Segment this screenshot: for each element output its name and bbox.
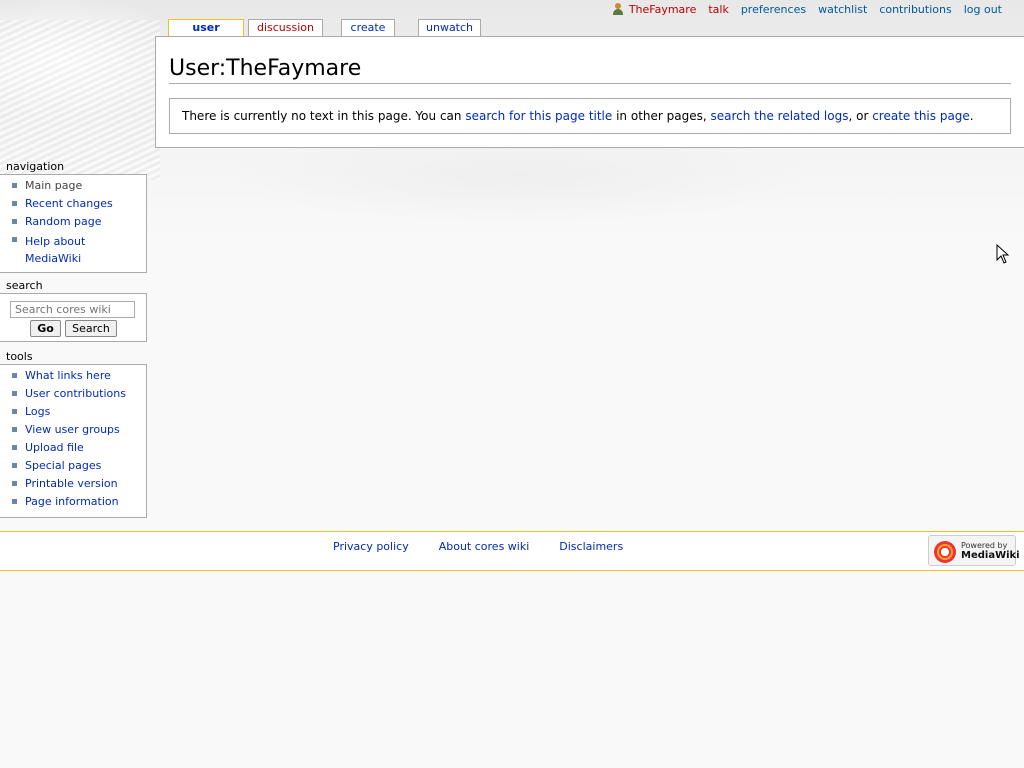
preferences-link[interactable]: preferences	[741, 3, 806, 16]
mediawiki-text: MediaWiki	[961, 550, 1020, 561]
username: TheFaymare	[628, 2, 697, 16]
tools-item-special-pages[interactable]: Special pages	[12, 459, 146, 473]
search-related-logs-link[interactable]: search the related logs	[710, 109, 848, 123]
personal-tools: TheFaymare talk preferences watchlist co…	[612, 1, 1002, 17]
nav-item-help[interactable]: Help about MediaWiki	[12, 233, 110, 267]
page-title: User:TheFaymare	[169, 55, 1011, 84]
go-button[interactable]: Go	[30, 320, 61, 337]
bullet-icon	[12, 463, 17, 468]
nav-link-recent-changes[interactable]: Recent changes	[25, 197, 113, 210]
tools-link-what-links-here[interactable]: What links here	[25, 369, 111, 382]
mediawiki-logo-icon	[934, 541, 956, 563]
navigation-heading: navigation	[6, 160, 65, 173]
powered-by-text: Powered by	[961, 541, 1008, 550]
footer: Privacy policy About cores wiki Disclaim…	[0, 531, 1024, 571]
tools-link-special-pages[interactable]: Special pages	[25, 459, 101, 472]
tools-item-logs[interactable]: Logs	[12, 405, 146, 419]
tab-unwatch-label[interactable]: unwatch	[426, 21, 473, 34]
bullet-icon	[12, 219, 17, 224]
privacy-policy-link[interactable]: Privacy policy	[333, 540, 409, 553]
tools-heading: tools	[6, 350, 33, 363]
notice-text-3: , or	[848, 109, 873, 123]
notice-text-4: .	[969, 109, 974, 123]
tab-create[interactable]: create	[341, 19, 395, 36]
bullet-icon	[12, 427, 17, 432]
tools-link-upload-file[interactable]: Upload file	[25, 441, 84, 454]
about-link[interactable]: About cores wiki	[439, 540, 530, 553]
nav-item-random-page[interactable]: Random page	[12, 215, 146, 229]
nav-link-random-page[interactable]: Random page	[25, 215, 102, 228]
tools-item-upload-file[interactable]: Upload file	[12, 441, 146, 455]
nav-link-help[interactable]: Help about MediaWiki	[25, 235, 85, 265]
mouse-cursor-icon	[996, 244, 1010, 264]
bullet-icon	[12, 409, 17, 414]
tools-portlet: What links here User contributions Logs …	[0, 364, 147, 518]
nav-item-main-page[interactable]: Main page	[12, 179, 146, 193]
navigation-portlet: Main page Recent changes Random page Hel…	[0, 174, 147, 273]
bullet-icon	[12, 183, 17, 188]
background-decoration	[0, 20, 160, 180]
search-button[interactable]: Search	[65, 320, 117, 337]
bullet-icon	[12, 481, 17, 486]
no-article-notice: There is currently no text in this page.…	[169, 98, 1011, 134]
tools-item-what-links-here[interactable]: What links here	[12, 369, 146, 383]
bullet-icon	[12, 445, 17, 450]
bullet-icon	[12, 373, 17, 378]
tools-item-printable-version[interactable]: Printable version	[12, 477, 146, 491]
nav-item-recent-changes[interactable]: Recent changes	[12, 197, 146, 211]
watchlist-link[interactable]: watchlist	[818, 3, 867, 16]
contributions-link[interactable]: contributions	[879, 3, 951, 16]
tab-discussion[interactable]: discussion	[248, 19, 323, 36]
logout-link[interactable]: log out	[964, 3, 1002, 16]
create-page-link[interactable]: create this page	[872, 109, 970, 123]
tools-link-printable-version[interactable]: Printable version	[25, 477, 118, 490]
tab-create-label[interactable]: create	[351, 21, 386, 34]
tools-link-view-user-groups[interactable]: View user groups	[25, 423, 120, 436]
footer-links: Privacy policy About cores wiki Disclaim…	[333, 540, 623, 553]
powered-by-mediawiki-badge[interactable]: Powered by MediaWiki	[928, 535, 1020, 566]
notice-text-1: There is currently no text in this page.…	[182, 109, 466, 123]
content-area: User:TheFaymare There is currently no te…	[155, 36, 1024, 148]
notice-text-2: in other pages,	[612, 109, 711, 123]
bullet-icon	[12, 499, 17, 504]
tab-discussion-label[interactable]: discussion	[257, 21, 314, 34]
bullet-icon	[12, 201, 17, 206]
tools-link-user-contributions[interactable]: User contributions	[25, 387, 126, 400]
search-portlet: Go Search	[0, 293, 147, 342]
user-icon	[612, 3, 624, 15]
tools-link-page-information[interactable]: Page information	[25, 495, 119, 508]
disclaimers-link[interactable]: Disclaimers	[559, 540, 623, 553]
tools-link-logs[interactable]: Logs	[25, 405, 50, 418]
tools-item-user-contributions[interactable]: User contributions	[12, 387, 146, 401]
bullet-icon	[12, 391, 17, 396]
nav-link-main-page[interactable]: Main page	[25, 179, 82, 192]
search-page-title-link[interactable]: search for this page title	[465, 109, 612, 123]
bullet-icon	[12, 237, 17, 242]
tab-unwatch[interactable]: unwatch	[418, 19, 481, 36]
tools-item-page-information[interactable]: Page information	[12, 495, 146, 509]
search-heading: search	[6, 279, 43, 292]
user-page-link[interactable]: TheFaymare	[612, 2, 697, 16]
tools-item-view-user-groups[interactable]: View user groups	[12, 423, 146, 437]
search-input[interactable]	[10, 301, 135, 318]
talk-link[interactable]: talk	[708, 3, 728, 16]
